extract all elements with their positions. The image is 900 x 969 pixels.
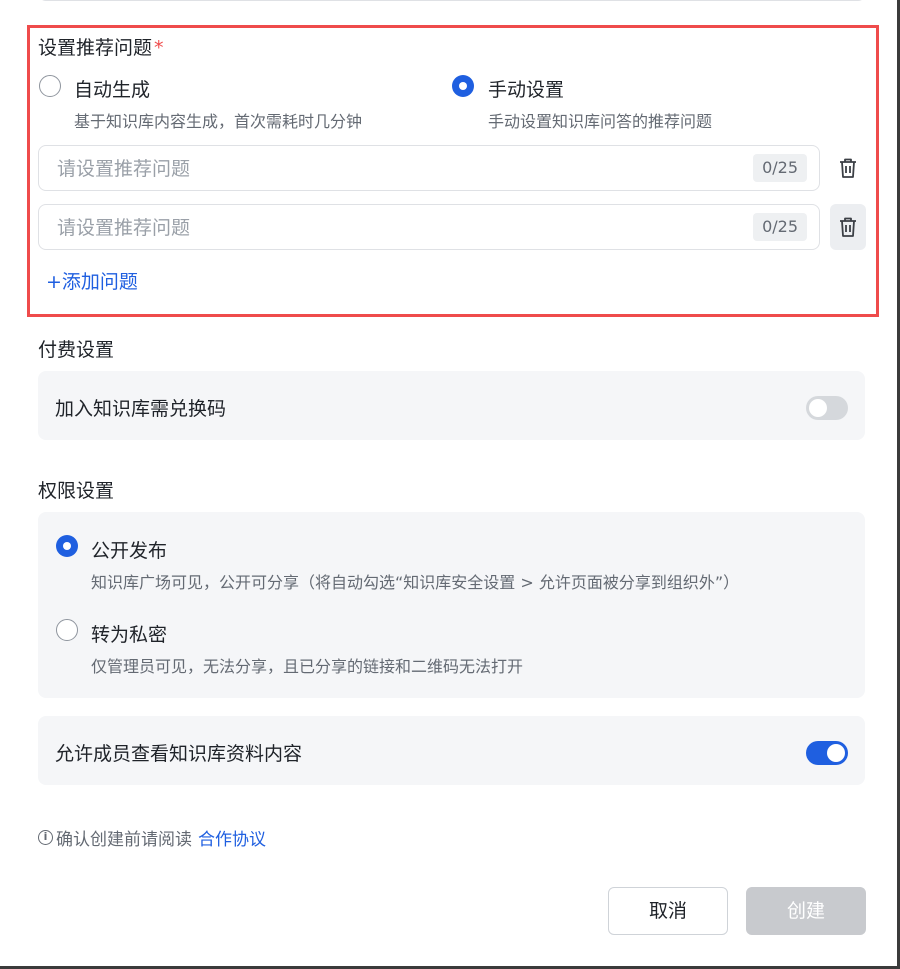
cancel-button[interactable]: 取消 [608, 887, 728, 935]
member-view-card: 允许成员查看知识库资料内容 [38, 716, 865, 785]
question-field-1[interactable]: 0/25 [38, 145, 820, 192]
agreement-link[interactable]: 合作协议 [198, 825, 266, 850]
add-question-link[interactable]: +添加问题 [46, 267, 138, 294]
previous-field-edge [38, 0, 866, 1]
delete-question-2-button[interactable] [830, 204, 866, 250]
radio-public-publish[interactable] [56, 535, 78, 557]
radio-make-private[interactable] [56, 619, 78, 641]
trash-icon [840, 158, 856, 178]
trash-icon [840, 217, 856, 237]
question-counter-2: 0/25 [753, 213, 807, 241]
option-auto-generate-title[interactable]: 自动生成 [74, 75, 150, 102]
redeem-code-toggle[interactable] [806, 396, 848, 420]
agreement-notice-text: 确认创建前请阅读 [56, 830, 192, 850]
option-public-publish-desc: 知识库广场可见，公开可分享（将自动勾选“知识库安全设置 > 允许页面被分享到组织… [91, 573, 740, 592]
radio-auto-generate[interactable] [39, 75, 61, 97]
info-icon: i [38, 830, 53, 845]
payment-label: 付费设置 [38, 339, 115, 361]
permission-label: 权限设置 [38, 480, 115, 502]
member-view-label: 允许成员查看知识库资料内容 [55, 743, 303, 765]
recommend-label: 设置推荐问题 * [38, 33, 164, 60]
option-make-private-title[interactable]: 转为私密 [91, 620, 167, 647]
option-manual-setting-desc: 手动设置知识库问答的推荐问题 [488, 112, 713, 131]
permission-card: 公开发布 知识库广场可见，公开可分享（将自动勾选“知识库安全设置 > 允许页面被… [38, 512, 865, 698]
member-view-toggle[interactable] [806, 741, 848, 765]
toggle-knob [809, 399, 827, 417]
question-input-1[interactable] [55, 146, 739, 192]
question-input-2[interactable] [55, 205, 739, 251]
option-manual-setting-title[interactable]: 手动设置 [488, 75, 564, 102]
option-make-private-desc: 仅管理员可见，无法分享，且已分享的链接和二维码无法打开 [91, 657, 524, 676]
question-counter-1: 0/25 [753, 154, 807, 182]
option-auto-generate-desc: 基于知识库内容生成，首次需耗时几分钟 [74, 112, 363, 131]
redeem-code-card: 加入知识库需兑换码 [38, 371, 865, 440]
recommend-label-text: 设置推荐问题 [38, 37, 153, 59]
delete-question-1-button[interactable] [830, 145, 866, 191]
redeem-code-label: 加入知识库需兑换码 [55, 398, 227, 420]
question-field-2[interactable]: 0/25 [38, 204, 820, 251]
agreement-notice: i 确认创建前请阅读 合作协议 [38, 825, 266, 850]
option-public-publish-title[interactable]: 公开发布 [91, 536, 167, 563]
toggle-knob [827, 744, 845, 762]
required-mark: * [154, 37, 164, 59]
create-button[interactable]: 创建 [746, 887, 866, 935]
radio-manual-setting[interactable] [452, 75, 474, 97]
